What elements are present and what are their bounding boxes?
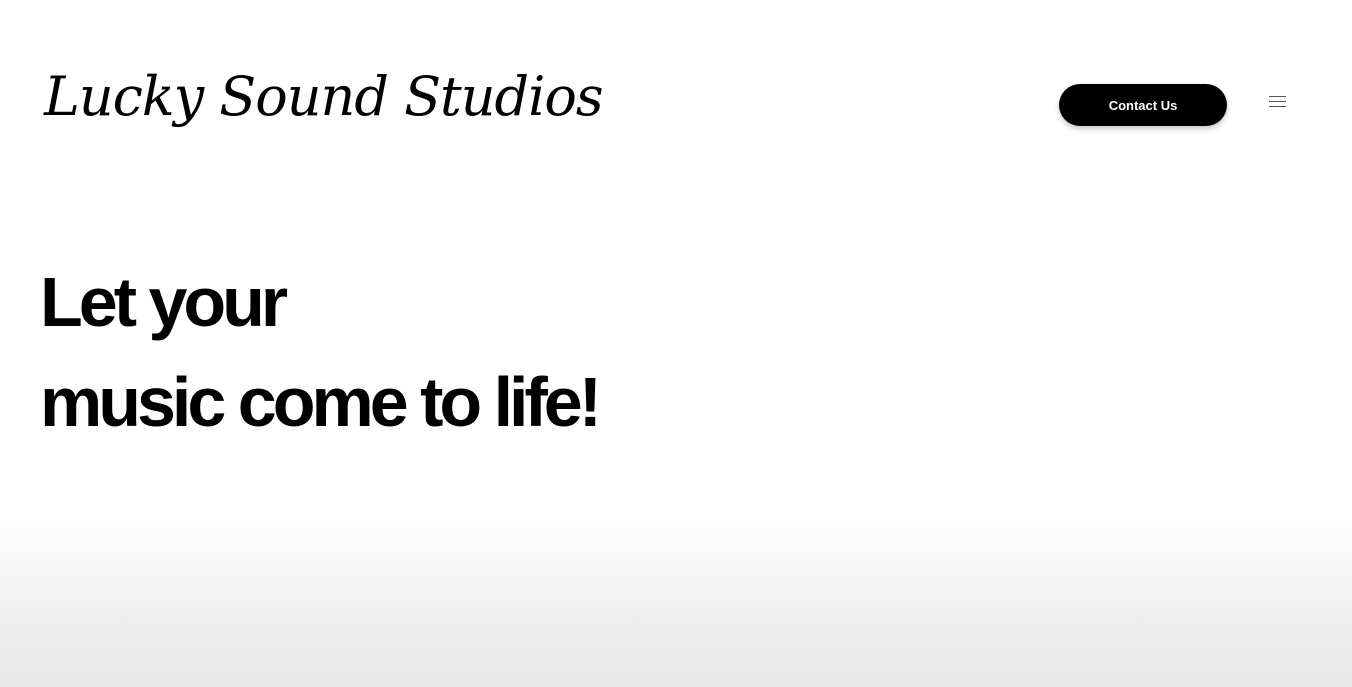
hero-heading-line-2: music come to life! xyxy=(40,363,602,441)
site-logo[interactable]: Lucky Sound Studios xyxy=(44,70,604,124)
menu-bar-line xyxy=(1269,101,1286,102)
hero-heading: Let your music come to life! xyxy=(40,252,602,452)
page: Lucky Sound Studios Contact Us Let your … xyxy=(0,0,1352,687)
menu-bar-line xyxy=(1269,96,1286,97)
contact-us-button[interactable]: Contact Us xyxy=(1059,84,1227,126)
hero-heading-line-1: Let your xyxy=(40,263,288,341)
site-header: Lucky Sound Studios Contact Us xyxy=(0,0,1352,200)
hamburger-menu-icon[interactable] xyxy=(1264,91,1290,113)
menu-bar-line xyxy=(1269,106,1286,107)
